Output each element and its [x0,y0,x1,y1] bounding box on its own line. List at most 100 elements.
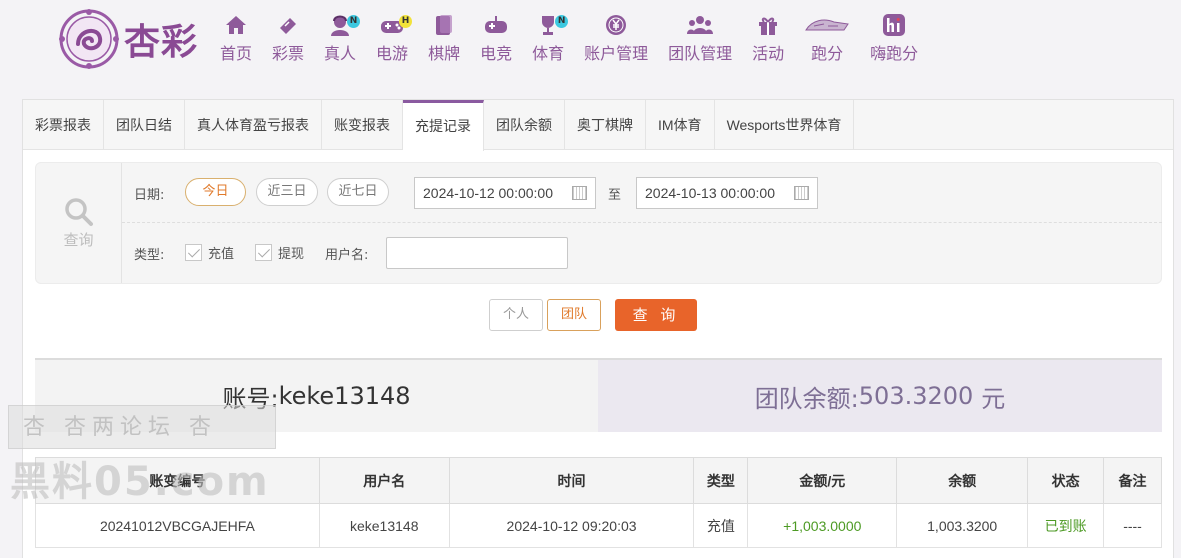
filter-search-area[interactable]: 查询 [36,163,122,283]
checkbox-box[interactable] [185,244,202,261]
cell-type: 充值 [693,503,749,548]
account-label: 账号: [222,384,279,413]
new-badge: N [555,15,569,28]
records-table: 账变编号 用户名 时间 类型 金额/元 余额 状态 备注 20241012VBC… [35,457,1162,548]
nav-lottery[interactable]: 彩票 [262,12,314,68]
yen-coin-icon [601,12,631,38]
col-header: 账变编号 [35,457,320,504]
brand-logo[interactable]: 杏彩 [58,8,213,70]
tab-deposit-withdraw[interactable]: 充提记录 [403,100,484,151]
ticket-icon [273,12,303,38]
nav-home[interactable]: 首页 [210,12,262,68]
table-row[interactable]: 20241012VBCGAJEHFA keke13148 2024-10-12 … [35,503,1162,548]
col-header: 时间 [448,457,695,504]
type-label: 类型: [134,248,165,263]
username-input[interactable] [386,237,568,269]
balance-value: 503.3200 [858,382,974,410]
nav-account[interactable]: 账户管理 [574,12,658,68]
top-navbar: 杏彩 首页 彩票 N 真人 H 电游 棋牌 电竞 N 体育 账户管理 团队管理 … [0,0,1181,92]
calendar-icon[interactable] [572,186,587,200]
personal-button[interactable]: 个人 [489,299,543,331]
withdraw-checkbox[interactable]: 提现 [255,243,304,262]
team-button[interactable]: 团队 [547,299,601,331]
new-badge: N [347,15,361,28]
controller-icon [481,12,511,38]
end-date-input[interactable]: 2024-10-13 00:00:00 [636,177,818,209]
nav-esports[interactable]: 电竞 [470,12,522,68]
cell-balance: 1,003.3200 [896,503,1029,548]
last-7-days-button[interactable]: 近七日 [327,178,389,206]
to-label: 至 [608,188,622,203]
type-row: 类型: 充值 提现 用户名: [122,223,1162,283]
query-button[interactable]: 查 询 [615,299,697,331]
withdraw-label: 提现 [278,247,305,262]
team-balance-summary: 团队余额: 503.3200 元 [598,360,1162,432]
balance-unit: 元 [981,384,1006,413]
hi-app-icon [879,12,909,38]
nav-team[interactable]: 团队管理 [658,12,742,68]
nav-label: 电竞 [480,44,513,63]
gamepad-icon: H [377,12,413,38]
nav-slots[interactable]: H 电游 [366,12,418,68]
nav-label: 体育 [532,44,565,63]
nav-label: 活动 [752,44,785,63]
account-value: keke13148 [278,382,411,410]
tab-lottery-report[interactable]: 彩票报表 [23,100,104,150]
start-date-value: 2024-10-12 00:00:00 [423,185,553,201]
logo-mark-icon [59,9,119,69]
report-tabs: 彩票报表 团队日结 真人体育盈亏报表 账变报表 充提记录 团队余额 奥丁棋牌 I… [23,100,1173,151]
tab-wesports[interactable]: Wesports世界体育 [715,100,855,150]
filter-box: 查询 日期: 今日 近三日 近七日 2024-10-12 00:00:00 至 … [35,162,1162,284]
today-button[interactable]: 今日 [185,178,246,206]
report-panel: 彩票报表 团队日结 真人体育盈亏报表 账变报表 充提记录 团队余额 奥丁棋牌 I… [22,99,1174,558]
nav-activities[interactable]: 活动 [742,12,794,68]
col-header: 金额/元 [747,457,898,504]
checkbox-box[interactable] [255,244,272,261]
nav-label: 首页 [220,44,253,63]
nav-chess[interactable]: 棋牌 [418,12,470,68]
cards-icon [429,12,459,38]
col-header: 备注 [1103,457,1162,504]
tab-team-daily[interactable]: 团队日结 [104,100,185,150]
gift-icon [753,12,783,38]
account-summary: 账号: keke13148 [35,360,598,432]
tab-odin-chess[interactable]: 奥丁棋牌 [565,100,646,150]
table-header-row: 账变编号 用户名 时间 类型 金额/元 余额 状态 备注 [35,457,1162,504]
tab-team-balance[interactable]: 团队余额 [484,100,565,150]
run-score-icon [804,12,850,38]
cell-time: 2024-10-12 09:20:03 [448,503,695,548]
nav-label: 跑分 [811,44,844,63]
team-icon [685,12,715,38]
hot-badge: H [399,15,413,28]
username-label: 用户名: [325,248,369,263]
logo-text: 杏彩 [124,21,199,63]
col-header: 状态 [1027,457,1105,504]
recharge-checkbox[interactable]: 充值 [185,243,234,262]
cell-status: 已到账 [1027,503,1105,548]
nav-label: 真人 [324,44,357,63]
last-3-days-button[interactable]: 近三日 [256,178,318,206]
main-nav: 首页 彩票 N 真人 H 电游 棋牌 电竞 N 体育 账户管理 团队管理 活动 … [210,12,928,68]
nav-label: 账户管理 [584,44,649,63]
cell-amount: +1,003.0000 [747,503,898,548]
recharge-label: 充值 [208,247,235,262]
tab-im-sports[interactable]: IM体育 [646,100,715,150]
balance-label: 团队余额: [754,384,859,413]
start-date-input[interactable]: 2024-10-12 00:00:00 [414,177,596,209]
search-icon [64,197,93,226]
cell-serial: 20241012VBCGAJEHFA [35,503,320,548]
nav-label: 彩票 [272,44,305,63]
nav-sports[interactable]: N 体育 [522,12,574,68]
nav-live[interactable]: N 真人 [314,12,366,68]
nav-hi-run-score[interactable]: 嗨跑分 [860,12,928,68]
tab-account-change[interactable]: 账变报表 [322,100,403,150]
nav-run-score[interactable]: 跑分 [794,12,860,68]
dealer-icon: N [325,12,361,38]
nav-label: 嗨跑分 [870,44,919,63]
date-row: 日期: 今日 近三日 近七日 2024-10-12 00:00:00 至 202… [122,163,1162,223]
cell-note: ---- [1103,503,1162,548]
end-date-value: 2024-10-13 00:00:00 [645,185,775,201]
calendar-icon[interactable] [794,186,809,200]
tab-live-sports-pnl[interactable]: 真人体育盈亏报表 [185,100,322,150]
page: 杏彩 首页 彩票 N 真人 H 电游 棋牌 电竞 N 体育 账户管理 团队管理 … [0,0,1181,558]
